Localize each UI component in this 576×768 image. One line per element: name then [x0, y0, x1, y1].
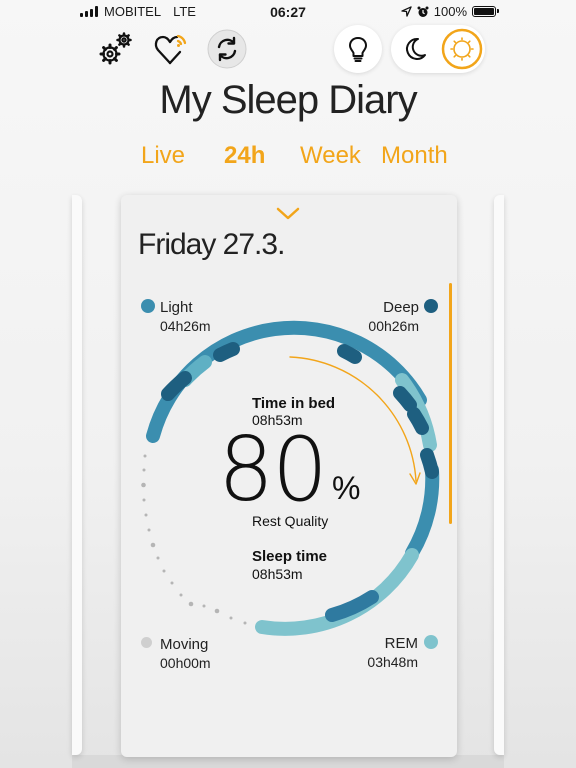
time-in-bed-label: Time in bed [252, 395, 336, 412]
sleep-time-label: Sleep time [252, 548, 328, 565]
sleep-ring [141, 320, 440, 636]
sleep-time-value: 08h53m [252, 566, 303, 582]
rest-quality-unit: % [332, 470, 361, 506]
rest-quality-label: Rest Quality [252, 513, 329, 529]
rest-quality-value: 80 [218, 418, 328, 521]
